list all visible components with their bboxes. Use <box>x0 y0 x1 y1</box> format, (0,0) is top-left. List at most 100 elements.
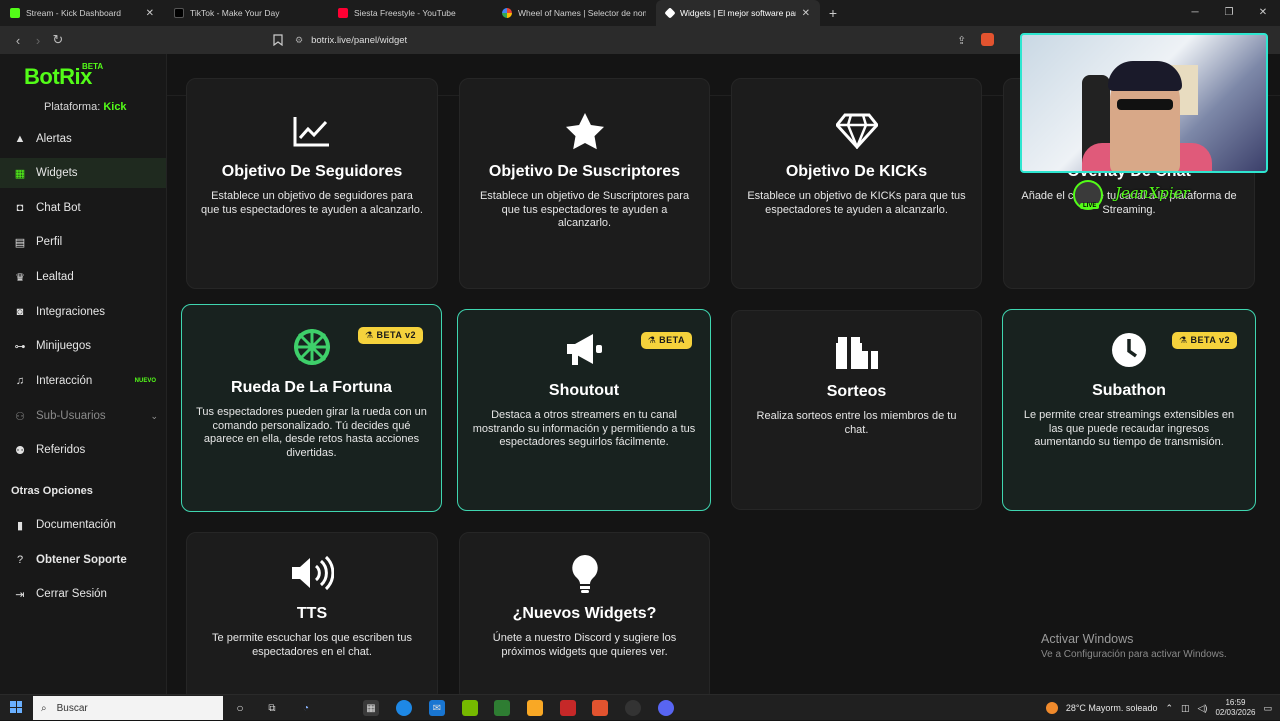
widget-card-subathon[interactable]: ⚗ BETA v2 Subathon Le permite crear stre… <box>1002 309 1256 511</box>
sidebar-item-alertas[interactable]: ▲ Alertas <box>0 124 166 154</box>
sidebar-item-integraciones[interactable]: ◙ Integraciones <box>0 297 166 327</box>
beta-badge-label: BETA <box>659 335 685 345</box>
browser-tab-active[interactable]: Widgets | El mejor software para ✕ <box>656 0 820 26</box>
webcam-glasses <box>1117 99 1173 110</box>
grid-icon: ▦ <box>14 167 26 180</box>
browser-tab[interactable]: Wheel of Names | Selector de nombr <box>492 0 656 26</box>
brave-browser-icon[interactable] <box>592 700 608 716</box>
gamepad-icon: ⊶ <box>14 340 26 353</box>
mail-icon[interactable]: ✉ <box>429 700 445 716</box>
browser-tab[interactable]: Stream - Kick Dashboard ✕ <box>0 0 164 26</box>
nvidia-icon[interactable] <box>462 700 478 716</box>
widget-description: Tus espectadores pueden girar la rueda c… <box>196 406 427 459</box>
new-badge: NUEVO <box>134 378 156 384</box>
notifications-icon[interactable]: ▭ <box>1263 703 1272 714</box>
tab-title: Wheel of Names | Selector de nombr <box>518 8 646 18</box>
discord-icon[interactable] <box>658 700 674 716</box>
close-icon[interactable]: ✕ <box>802 8 810 19</box>
brave-shield-icon[interactable] <box>981 33 994 46</box>
sidebar-item-referidos[interactable]: ⚉ Referidos <box>0 435 166 465</box>
close-window-icon[interactable]: ✕ <box>1246 0 1280 26</box>
live-badge: LIVE <box>1080 203 1100 209</box>
widget-title: Shoutout <box>548 382 620 399</box>
youtube-favicon-icon <box>338 8 348 18</box>
sidebar-item-sub-usuarios[interactable]: ⚇ Sub-Usuarios ⌄ <box>0 401 166 431</box>
obs-icon[interactable] <box>625 700 641 716</box>
bookmark-icon[interactable] <box>273 34 285 47</box>
widget-card-tts[interactable]: TTS Te permite escuchar los que escriben… <box>186 532 438 702</box>
system-tray: 28°C Mayorm. soleado ⌃ ◫ ◁) 16:59 02/03/… <box>1045 695 1272 721</box>
warning-icon: ▲ <box>14 133 26 145</box>
sidebar-item-perfil[interactable]: ▤ Perfil <box>0 227 166 257</box>
widget-card-kicks-goal[interactable]: Objetivo De KICKs Establece un objetivo … <box>731 78 982 289</box>
user-friends-icon: ⚉ <box>15 444 25 457</box>
weather-text[interactable]: 28°C Mayorm. soleado <box>1066 703 1158 713</box>
close-icon[interactable]: ✕ <box>146 8 154 19</box>
restore-icon[interactable]: ❐ <box>1212 0 1246 26</box>
sidebar-item-widgets[interactable]: ▦ Widgets <box>0 158 166 188</box>
back-icon[interactable]: ‹ <box>8 33 28 48</box>
widget-title: ¿Nuevos Widgets? <box>512 605 657 622</box>
volume-tray-icon[interactable]: ◁) <box>1198 703 1208 714</box>
edge-icon[interactable] <box>396 700 412 716</box>
chart-line-icon <box>201 109 423 153</box>
widget-description: Establece un objetivo de seguidores para… <box>201 190 423 216</box>
widget-card-new-widgets[interactable]: ¿Nuevos Widgets? Únete a nuestro Discord… <box>459 532 710 702</box>
new-tab-button[interactable]: + <box>820 0 846 26</box>
webcam-hair <box>1108 61 1182 91</box>
folder-icon[interactable] <box>527 700 543 716</box>
sidebar-item-label: Obtener Soporte <box>36 554 127 566</box>
widget-card-giveaways[interactable]: Sorteos Realiza sorteos entre los miembr… <box>731 310 982 510</box>
widget-title: TTS <box>296 605 328 622</box>
task-view-icon[interactable]: ⧉ <box>264 700 280 716</box>
logo-beta-badge: BETA <box>82 62 104 71</box>
widget-card-wheel-of-fortune[interactable]: ⚗ BETA v2 Rueda De La Fortuna Tus espect… <box>181 304 442 512</box>
windows-start-icon[interactable] <box>10 701 22 713</box>
plug-icon: ◙ <box>16 306 24 318</box>
chevron-up-icon[interactable]: ⌃ <box>1165 703 1173 714</box>
clock-date: 02/03/2026 <box>1215 708 1256 717</box>
widget-description: Le permite crear streamings extensibles … <box>1023 409 1235 448</box>
share-icon[interactable]: ⇪ <box>957 34 966 47</box>
browser-tab[interactable]: Siesta Freestyle - YouTube <box>328 0 492 26</box>
users-icon: ⚇ <box>15 410 25 423</box>
app-icon[interactable] <box>560 700 576 716</box>
platform-value: Kick <box>103 101 127 113</box>
star-icon <box>474 109 695 153</box>
kick-favicon-icon <box>10 8 20 18</box>
sidebar-item-label: Cerrar Sesión <box>36 588 107 600</box>
spreadsheet-app-icon[interactable] <box>494 700 510 716</box>
sidebar-item-documentacion[interactable]: ▮ Documentación <box>0 510 166 540</box>
sidebar-item-chat-bot[interactable]: ◘ Chat Bot <box>0 193 166 223</box>
sidebar: BotRix BETA Plataforma: Kick ▲ Alertas ▦… <box>0 54 167 694</box>
sidebar-item-cerrar-sesion[interactable]: ⇥ Cerrar Sesión <box>0 579 166 609</box>
robot-icon: ◘ <box>16 202 24 214</box>
site-settings-icon[interactable]: ⚙ <box>295 35 303 46</box>
sidebar-item-lealtad[interactable]: ♛ Lealtad <box>0 262 166 292</box>
other-options-heading: Otras Opciones <box>11 485 93 497</box>
widget-card-subscribers-goal[interactable]: Objetivo De Suscriptores Establece un ob… <box>459 78 710 289</box>
taskbar-search-input[interactable]: ⌕ Buscar <box>33 696 223 720</box>
sidebar-item-minijuegos[interactable]: ⊶ Minijuegos <box>0 331 166 361</box>
minimize-icon[interactable]: ─ <box>1178 0 1212 26</box>
sidebar-item-interaccion[interactable]: ♫ Interacción NUEVO <box>0 366 166 396</box>
copilot-icon[interactable]: ◔ <box>298 700 314 716</box>
widget-card-followers-goal[interactable]: Objetivo De Seguidores Establece un obje… <box>186 78 438 289</box>
sidebar-item-label: Interacción <box>36 375 93 387</box>
store-icon[interactable]: ▦ <box>363 700 379 716</box>
search-placeholder: Buscar <box>56 702 88 714</box>
browser-tab[interactable]: TikTok - Make Your Day <box>164 0 328 26</box>
forward-icon[interactable]: › <box>28 33 48 48</box>
book-icon: ▮ <box>16 519 24 532</box>
browser-tabbar: Stream - Kick Dashboard ✕ TikTok - Make … <box>0 0 1280 26</box>
widget-card-shoutout[interactable]: ⚗ BETA Shoutout Destaca a otros streamer… <box>457 309 711 511</box>
cortana-icon[interactable]: ○ <box>232 700 248 716</box>
chevron-down-icon: ⌄ <box>150 410 158 421</box>
network-icon[interactable]: ◫ <box>1181 703 1190 714</box>
clock[interactable]: 16:59 02/03/2026 <box>1215 698 1255 718</box>
reload-icon[interactable]: ↻ <box>48 32 68 48</box>
url-input[interactable]: ⚙ botrix.live/panel/widget <box>295 29 995 51</box>
beta-badge-label: BETA v2 <box>376 330 416 340</box>
sidebar-item-soporte[interactable]: ? Obtener Soporte <box>0 545 166 575</box>
clock-time: 16:59 <box>1225 698 1246 707</box>
